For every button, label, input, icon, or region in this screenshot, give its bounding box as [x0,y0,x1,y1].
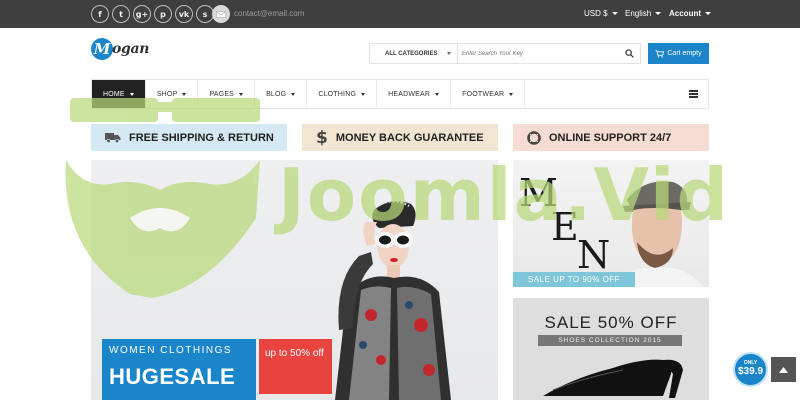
hero-banner[interactable]: WOMEN CLOTHINGS HUGESALE up to 50% off [91,160,498,400]
search-icon [624,49,634,58]
site-logo[interactable]: M ogan [91,38,163,68]
men-letter-e: E [551,205,579,249]
chevron-down-icon [239,92,244,96]
twitter-icon[interactable]: t [112,5,130,23]
chevron-down-icon [129,92,134,96]
currency-selector[interactable]: USD $ [584,9,618,18]
google-plus-icon[interactable]: g+ [133,5,151,23]
nav-label: CLOTHING [318,90,357,98]
nav-item-footwear[interactable]: FOOTWEAR [451,80,526,108]
cart-label: Cart empty [667,50,702,57]
currency-label: USD $ [584,9,608,18]
search-button[interactable] [618,44,640,63]
mail-icon[interactable] [212,5,230,23]
nav-item-clothing[interactable]: CLOTHING [307,80,378,108]
chevron-down-icon [182,92,187,96]
chevron-down-icon [611,12,618,16]
category-label: ALL CATEGORIES [385,50,438,57]
nav-label: BLOG [266,90,287,98]
banner-headline-box: WOMEN CLOTHINGS HUGESALE [102,339,256,400]
top-bar: f t g+ p vk s contact@email.com USD $ En… [0,0,800,28]
dollar-icon: $ [316,127,328,148]
men-sale-strip: SALE UP TO 90% OFF [513,272,635,287]
nav-label: PAGES [209,90,235,98]
nav-item-blog[interactable]: BLOG [255,80,308,108]
feature-online-support: ONLINE SUPPORT 24/7 [513,124,709,151]
contact-email[interactable]: contact@email.com [234,9,304,18]
account-label: Account [669,9,701,18]
search-bar: ALL CATEGORIES [369,43,641,64]
cart-button[interactable]: Cart empty [648,43,709,64]
chevron-up-icon [779,366,788,373]
language-selector[interactable]: English [625,9,662,18]
chevron-down-icon [435,92,440,96]
cart-icon [655,49,665,58]
search-input[interactable] [458,44,618,63]
nav-label: HEADWEAR [388,90,431,98]
chevron-down-icon [705,12,711,16]
nav-item-home[interactable]: HOME [92,80,146,108]
social-links: f t g+ p vk s [91,5,214,23]
truck-icon [105,132,121,143]
nav-label: FOOTWEAR [462,90,505,98]
men-ad-banner[interactable]: M E N SALE UP TO 90% OFF [513,160,709,287]
pinterest-icon[interactable]: p [154,5,172,23]
account-menu[interactable]: Account [669,9,711,18]
chevron-down-icon [291,92,296,96]
back-to-top-button[interactable] [771,357,796,382]
chevron-down-icon [447,52,452,55]
logo-badge: M [91,38,113,60]
high-heel-shoe-image [543,359,683,398]
feature-free-shipping: FREE SHIPPING & RETURN [91,124,287,151]
facebook-icon[interactable]: f [91,5,109,23]
price-badge[interactable]: ONLY $39.9 [733,352,768,387]
logo-text: ogan [112,41,150,57]
banner-discount: up to 50% off [259,339,332,394]
chevron-down-icon [655,12,662,16]
nav-label: HOME [103,90,125,98]
price-badge-value: $39.9 [737,366,764,377]
nav-label: SHOP [156,90,178,98]
feature-label: FREE SHIPPING & RETURN [129,131,274,144]
category-select[interactable]: ALL CATEGORIES [370,44,458,63]
nav-item-headwear[interactable]: HEADWEAR [377,80,452,108]
men-ad-artwork: M E N [519,171,703,287]
chevron-down-icon [509,92,514,96]
shoes-sale-banner[interactable]: SALE 50% OFF SHOES COLLECTION 2015 [513,298,709,400]
feature-label: ONLINE SUPPORT 24/7 [549,131,672,144]
hamburger-menu-icon[interactable] [689,90,698,98]
feature-label: MONEY BACK GUARANTEE [335,131,484,144]
vk-icon[interactable]: vk [175,5,193,23]
lifebuoy-icon [527,130,541,145]
men-letter-n: N [577,233,610,277]
feature-money-back: $ MONEY BACK GUARANTEE [302,124,498,151]
chevron-down-icon [361,92,366,96]
main-nav: HOME SHOP PAGES BLOG CLOTHING HEADWEAR F… [91,79,709,109]
nav-item-pages[interactable]: PAGES [198,80,256,108]
banner-subtitle: WOMEN CLOTHINGS [109,345,233,356]
language-label: English [625,9,652,18]
banner-title: HUGESALE [109,364,236,389]
nav-item-shop[interactable]: SHOP [146,80,199,108]
